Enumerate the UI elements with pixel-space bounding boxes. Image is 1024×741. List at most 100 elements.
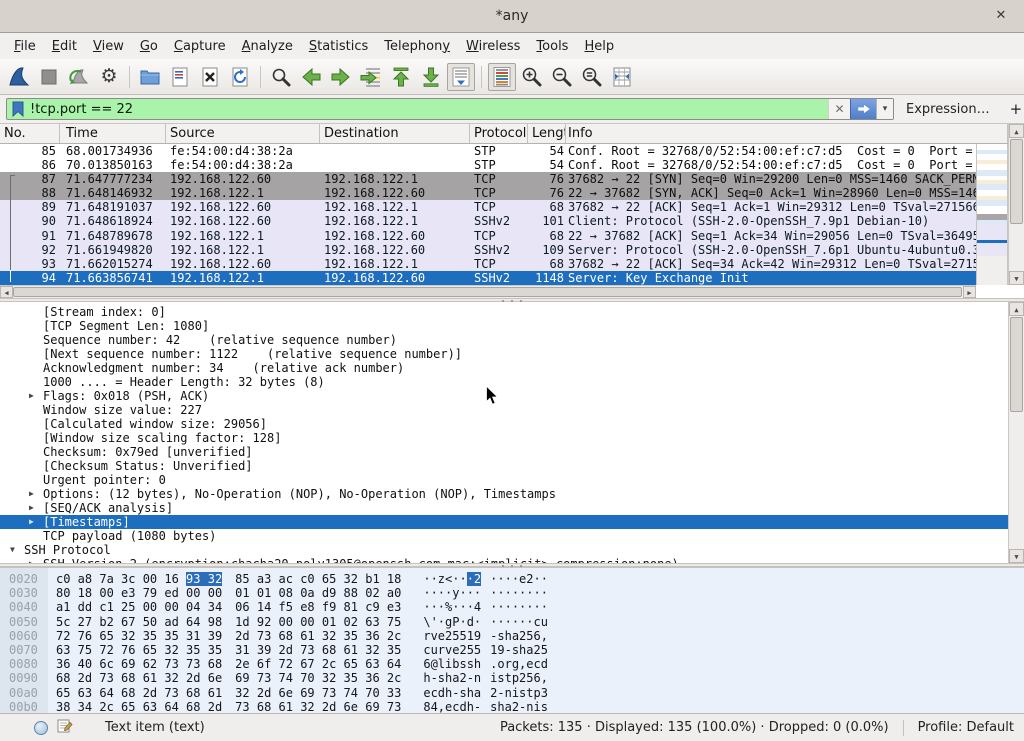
close-icon[interactable]: ✕ xyxy=(992,7,1010,25)
add-filter-button[interactable]: + xyxy=(1010,100,1023,118)
detail-row[interactable]: [Stream index: 0] xyxy=(0,305,1008,319)
menu-item-telephony[interactable]: Telephony xyxy=(376,36,458,57)
colorize-packets-icon[interactable] xyxy=(488,63,516,91)
detail-row[interactable]: [Window size scaling factor: 128] xyxy=(0,431,1008,445)
hex-row[interactable]: 009068 2d 73 68 61 32 2d 6e69 73 74 70 3… xyxy=(0,671,1024,685)
go-forward-icon[interactable] xyxy=(327,63,355,91)
apply-filter-button[interactable] xyxy=(850,99,876,119)
detail-row[interactable]: Window size value: 227 xyxy=(0,403,1008,417)
detail-row[interactable]: Sequence number: 42 (relative sequence n… xyxy=(0,333,1008,347)
packet-list-hscrollbar[interactable]: ◀ ▶ xyxy=(0,285,976,298)
menu-item-wireless[interactable]: Wireless xyxy=(458,36,528,57)
table-row[interactable]: 9371.662015274192.168.122.60192.168.122.… xyxy=(0,257,976,271)
menu-item-help[interactable]: Help xyxy=(576,36,622,57)
table-row[interactable]: 9071.648618924192.168.122.60192.168.122.… xyxy=(0,214,976,228)
vscroll-thumb[interactable] xyxy=(1010,139,1023,224)
table-row[interactable]: 8568.001734936fe:54:00:d4:38:2aSTP54Conf… xyxy=(0,144,976,158)
detail-row[interactable]: ▶[SEQ/ACK analysis] xyxy=(0,501,1008,515)
go-to-bottom-icon[interactable] xyxy=(417,63,445,91)
menu-item-view[interactable]: View xyxy=(85,36,132,57)
detail-row[interactable]: [Checksum Status: Unverified] xyxy=(0,459,1008,473)
menu-item-go[interactable]: Go xyxy=(132,36,166,57)
detail-row[interactable]: TCP payload (1080 bytes) xyxy=(0,529,1008,543)
expand-icon[interactable]: ▶ xyxy=(29,515,43,529)
table-row[interactable]: 9171.648789678192.168.122.1192.168.122.6… xyxy=(0,229,976,243)
hex-row[interactable]: 003080 18 00 e3 79 ed 00 0001 01 08 0a d… xyxy=(0,586,1024,600)
close-file-icon[interactable] xyxy=(196,63,224,91)
filter-text-area[interactable]: !tcp.port == 22 xyxy=(7,99,828,119)
detail-row[interactable]: Checksum: 0x79ed [unverified] xyxy=(0,445,1008,459)
packet-list-vscrollbar[interactable]: ▲ ▼ xyxy=(1008,124,1024,285)
packet-minimap[interactable] xyxy=(976,144,1008,285)
scroll-up-icon[interactable]: ▲ xyxy=(1009,302,1024,316)
open-file-icon[interactable] xyxy=(136,63,164,91)
capture-options-icon[interactable]: ⚙ xyxy=(95,63,123,91)
zoom-normal-icon[interactable] xyxy=(578,63,606,91)
table-row[interactable]: 8971.648191037192.168.122.60192.168.122.… xyxy=(0,200,976,214)
vscroll-thumb[interactable] xyxy=(1010,317,1023,412)
capture-comment-icon[interactable] xyxy=(57,718,73,738)
column-header-no[interactable]: No. xyxy=(0,124,60,143)
table-row[interactable]: 9471.663856741192.168.122.1192.168.122.6… xyxy=(0,271,976,285)
menu-item-statistics[interactable]: Statistics xyxy=(301,36,376,57)
scroll-up-icon[interactable]: ▲ xyxy=(1009,124,1024,138)
column-header-info[interactable]: Info xyxy=(566,124,1008,143)
scroll-right-icon[interactable]: ▶ xyxy=(963,286,976,298)
collapse-icon[interactable]: ▼ xyxy=(10,543,24,557)
scroll-down-icon[interactable]: ▼ xyxy=(1009,271,1024,285)
reload-file-icon[interactable] xyxy=(226,63,254,91)
start-capture-icon[interactable] xyxy=(5,63,33,91)
menu-item-tools[interactable]: Tools xyxy=(528,36,576,57)
table-row[interactable]: 8771.647777234192.168.122.60192.168.122.… xyxy=(0,172,976,186)
hex-row[interactable]: 007063 75 72 76 65 32 35 3531 39 2d 73 6… xyxy=(0,643,1024,657)
hex-row[interactable]: 008036 40 6c 69 62 73 73 682e 6f 72 67 2… xyxy=(0,657,1024,671)
expert-info-icon[interactable] xyxy=(34,721,48,735)
detail-row[interactable]: ▶Options: (12 bytes), No-Operation (NOP)… xyxy=(0,487,1008,501)
expand-icon[interactable]: ▶ xyxy=(29,487,43,501)
zoom-in-icon[interactable] xyxy=(518,63,546,91)
title-bar[interactable]: *any ✕ xyxy=(0,0,1024,33)
expression-button[interactable]: Expression… xyxy=(906,102,990,117)
detail-row[interactable]: [TCP Segment Len: 1080] xyxy=(0,319,1008,333)
go-back-icon[interactable] xyxy=(297,63,325,91)
expand-icon[interactable]: ▶ xyxy=(29,389,43,403)
column-header-destination[interactable]: Destination xyxy=(320,124,470,143)
detail-row[interactable]: Acknowledgment number: 34 (relative ack … xyxy=(0,361,1008,375)
hex-row[interactable]: 006072 76 65 32 35 35 31 392d 73 68 61 3… xyxy=(0,629,1024,643)
find-packet-icon[interactable] xyxy=(267,63,295,91)
stop-capture-icon[interactable] xyxy=(35,63,63,91)
detail-row[interactable]: ▼SSH Protocol xyxy=(0,543,1008,557)
menu-item-capture[interactable]: Capture xyxy=(166,36,234,57)
detail-row[interactable]: Urgent pointer: 0 xyxy=(0,473,1008,487)
clear-filter-icon[interactable]: ✕ xyxy=(828,99,850,119)
menu-item-analyze[interactable]: Analyze xyxy=(234,36,301,57)
column-header-length[interactable]: Length xyxy=(528,124,566,143)
display-filter-input[interactable]: !tcp.port == 22 ✕ ▾ xyxy=(6,98,894,120)
table-row[interactable]: 9271.661949820192.168.122.1192.168.122.6… xyxy=(0,243,976,257)
menu-item-file[interactable]: File xyxy=(6,36,44,57)
table-row[interactable]: 8670.013850163fe:54:00:d4:38:2aSTP54Conf… xyxy=(0,158,976,172)
resize-columns-icon[interactable] xyxy=(608,63,636,91)
detail-row[interactable]: [Next sequence number: 1122 (relative se… xyxy=(0,347,1008,361)
hex-row[interactable]: 0020c0 a8 7a 3c 00 16 93 3285 a3 ac c0 6… xyxy=(0,572,1024,586)
hex-row[interactable]: 0040a1 dd c1 25 00 00 04 3406 14 f5 e8 f… xyxy=(0,600,1024,614)
detail-row[interactable]: ▶[Timestamps] xyxy=(0,515,1008,529)
hex-row[interactable]: 00b038 34 2c 65 63 64 68 2d73 68 61 32 2… xyxy=(0,700,1024,713)
auto-scroll-icon[interactable] xyxy=(447,63,475,91)
filter-dropdown-caret-icon[interactable]: ▾ xyxy=(876,99,893,119)
column-header-time[interactable]: Time xyxy=(60,124,166,143)
save-file-icon[interactable] xyxy=(166,63,194,91)
column-header-protocol[interactable]: Protocol xyxy=(470,124,528,143)
table-row[interactable]: 8871.648146932192.168.122.1192.168.122.6… xyxy=(0,186,976,200)
menu-item-edit[interactable]: Edit xyxy=(44,36,85,57)
detail-row[interactable]: 1000 .... = Header Length: 32 bytes (8) xyxy=(0,375,1008,389)
profile-button[interactable]: Profile: Default xyxy=(918,720,1014,735)
detail-row[interactable]: [Calculated window size: 29056] xyxy=(0,417,1008,431)
column-header-source[interactable]: Source xyxy=(166,124,320,143)
hex-row[interactable]: 00505c 27 b2 67 50 ad 64 981d 92 00 00 0… xyxy=(0,615,1024,629)
bookmark-icon[interactable] xyxy=(12,101,24,117)
expand-icon[interactable]: ▶ xyxy=(29,501,43,515)
hex-row[interactable]: 00a065 63 64 68 2d 73 68 6132 2d 6e 69 7… xyxy=(0,686,1024,700)
zoom-out-icon[interactable] xyxy=(548,63,576,91)
hscroll-thumb[interactable] xyxy=(13,287,962,297)
